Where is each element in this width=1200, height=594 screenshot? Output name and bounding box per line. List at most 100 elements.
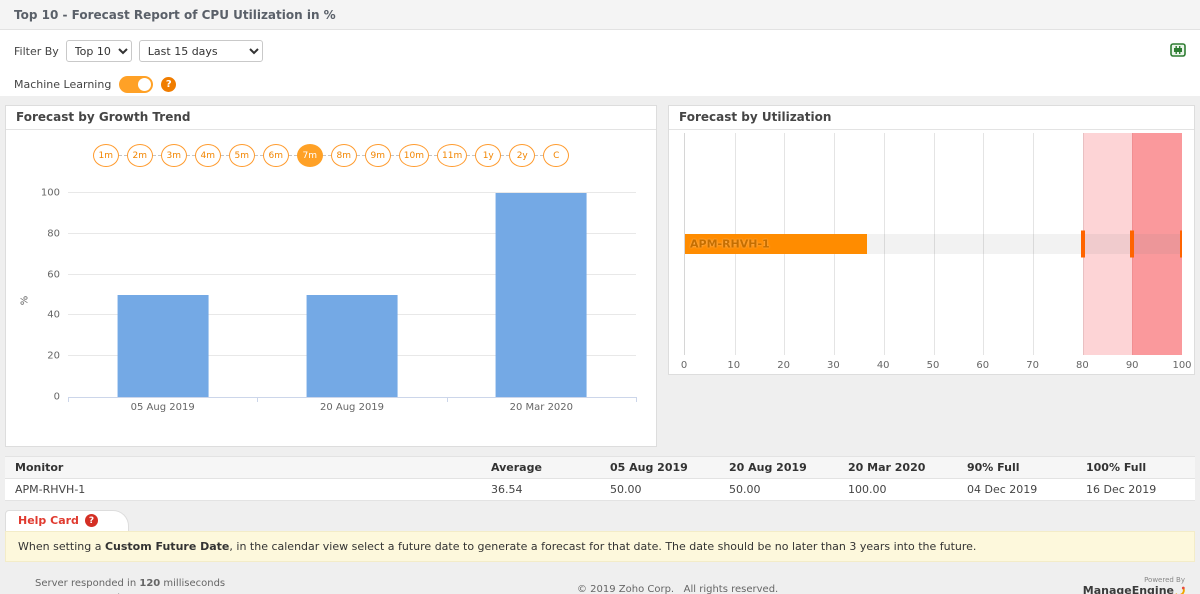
range-pill-1y[interactable]: 1y [475, 144, 502, 167]
range-pill-2y[interactable]: 2y [509, 144, 536, 167]
controls-section: Filter By Top 10 Last 15 days Machine Le… [0, 30, 1200, 96]
utilization-plot: APM-RHVH-1 [684, 133, 1182, 355]
range-pills: 1m 2m 3m 4m 5m 6m 7m 8m 9m 10m 11m 1y 2y C [6, 144, 656, 167]
manageengine-logo[interactable]: ManageEngine [1083, 584, 1185, 594]
x-tick-label: 100 [1172, 360, 1192, 371]
pill-connector [429, 155, 437, 156]
threshold-marker-90 [1130, 230, 1135, 258]
bar-20 Mar 2020[interactable] [495, 193, 587, 397]
range-pill-1m[interactable]: 1m [92, 144, 119, 167]
column-header: 20 Mar 2020 [838, 456, 957, 479]
y-tick-label: 40 [47, 309, 60, 321]
x-tick-label: 50 [926, 360, 940, 371]
range-pill-5m[interactable]: 5m [228, 144, 255, 167]
help-card-title: Help Card [18, 514, 79, 527]
table-cell: 50.00 [600, 478, 719, 501]
pill-connector [152, 155, 161, 156]
utilization-chart-xlabels: 0 10 20 30 40 50 60 70 80 90 100 [680, 360, 1192, 376]
help-card-note: When setting a Custom Future Date, in th… [5, 531, 1195, 562]
table-row: APM-RHVH-1 36.54 50.00 50.00 100.00 04 Dec 20… [5, 478, 1195, 501]
axis-tick [684, 133, 685, 134]
pill-connector [501, 155, 510, 156]
pill-connector [254, 155, 263, 156]
range-pill-10m[interactable]: 10m [398, 144, 429, 167]
machine-learning-toggle[interactable] [119, 76, 154, 93]
forecast-table: Monitor Average 05 Aug 2019 20 Aug 2019 20 M… [5, 456, 1195, 501]
table-cell: 16 Dec 2019 [1076, 478, 1195, 501]
pill-connector [322, 155, 331, 156]
table-header-row: Monitor Average 05 Aug 2019 20 Aug 2019 20 M… [5, 456, 1195, 479]
pill-connector [288, 155, 297, 156]
y-axis-title: % [19, 295, 31, 306]
machine-learning-help-icon[interactable]: ? [161, 77, 177, 92]
x-tick-label: 0 [680, 360, 688, 371]
column-header: 05 Aug 2019 [600, 456, 719, 479]
x-tick-label: 80 [1076, 360, 1089, 371]
table-body: APM-RHVH-1 36.54 50.00 50.00 100.00 04 Dec 20… [5, 478, 1195, 501]
range-pill-C[interactable]: C [543, 144, 570, 167]
range-pill-9m[interactable]: 9m [364, 144, 391, 167]
x-tick-label: 40 [876, 360, 890, 371]
column-header: 100% Full [1076, 456, 1195, 479]
x-tick-label: 20 [777, 360, 790, 371]
range-pill-8m[interactable]: 8m [330, 144, 357, 167]
bar-label: APM-RHVH-1 [690, 237, 770, 251]
range-pill-11m[interactable]: 11m [437, 144, 468, 167]
range-pill-7m[interactable]: 7m [296, 144, 323, 167]
table-cell: 36.54 [481, 478, 600, 501]
y-tick-label: 0 [53, 391, 60, 403]
machine-learning-row: Machine Learning ? [14, 76, 1186, 93]
column-header: 90% Full [957, 456, 1076, 479]
pill-connector [467, 155, 476, 156]
pill-connector [220, 155, 229, 156]
copyright: © 2019 Zoho Corp. All rights reserved. [576, 584, 779, 594]
help-text-bold: Custom Future Date [104, 540, 230, 553]
x-category-label: 20 Aug 2019 [319, 402, 385, 413]
bar-05 Aug 2019[interactable] [117, 295, 209, 397]
y-tick-label: 80 [47, 228, 60, 240]
threshold-marker-80 [1080, 230, 1085, 258]
machine-learning-label: Machine Learning [14, 78, 112, 91]
table-cell: APM-RHVH-1 [5, 478, 481, 501]
x-tick-label: 10 [727, 360, 741, 371]
help-card-tab: Help Card ? [5, 510, 129, 531]
y-tick-label: 100 [40, 187, 60, 199]
column-header: Average [481, 456, 600, 479]
table-cell: 04 Dec 2019 [957, 478, 1076, 501]
toggle-knob [138, 78, 152, 91]
x-tick-label: 60 [976, 360, 990, 371]
y-tick-label: 20 [47, 350, 60, 362]
threshold-marker-100 [1180, 230, 1182, 258]
help-text-prefix: When setting a [18, 540, 105, 553]
period-select[interactable]: Last 15 days [138, 40, 263, 62]
x-tick-label: 70 [1026, 360, 1039, 371]
help-text-suffix: , in the calendar view select a future d… [229, 540, 977, 553]
range-pill-6m[interactable]: 6m [262, 144, 289, 167]
range-pill-2m[interactable]: 2m [126, 144, 153, 167]
column-header: 20 Aug 2019 [719, 456, 838, 479]
filter-row: Filter By Top 10 Last 15 days [14, 40, 1186, 62]
utilization-panel: Forecast by Utilization APM-RHVH-1 0 10 20… [668, 105, 1195, 375]
table-cell: 50.00 [719, 478, 838, 501]
range-pill-3m[interactable]: 3m [160, 144, 187, 167]
x-tick-label: 30 [827, 360, 840, 371]
page-title: Top 10 - Forecast Report of CPU Utilizat… [14, 7, 336, 22]
top-n-select[interactable]: Top 10 [65, 40, 132, 62]
growth-trend-panel: Forecast by Growth Trend 1m 2m 3m 4m 5m 6m 7m 8… [5, 105, 657, 447]
content-area: Forecast by Growth Trend 1m 2m 3m 4m 5m 6m 7m 8… [0, 96, 1200, 594]
range-pill-4m[interactable]: 4m [194, 144, 221, 167]
table-cell: 100.00 [838, 478, 957, 501]
bar-20 Aug 2019[interactable] [306, 295, 398, 397]
growth-chart-xlabels: 05 Aug 2019 20 Aug 2019 20 Mar 2020 [68, 402, 636, 418]
filter-by-label: Filter By [14, 44, 59, 58]
utilization-chart: APM-RHVH-1 [684, 133, 1182, 355]
utilization-title: Forecast by Utilization [669, 106, 1194, 130]
column-header: Monitor [5, 456, 481, 479]
y-tick-label: 60 [47, 269, 60, 281]
x-category-label: 20 Mar 2020 [509, 402, 574, 413]
help-card-question-icon[interactable]: ? [84, 514, 98, 527]
pill-connector [535, 155, 544, 156]
export-excel-icon[interactable] [1170, 42, 1186, 61]
forecast-table-wrap: Monitor Average 05 Aug 2019 20 Aug 2019 20 M… [5, 456, 1195, 501]
powered-by: Powered By ManageEngine [1083, 576, 1185, 594]
